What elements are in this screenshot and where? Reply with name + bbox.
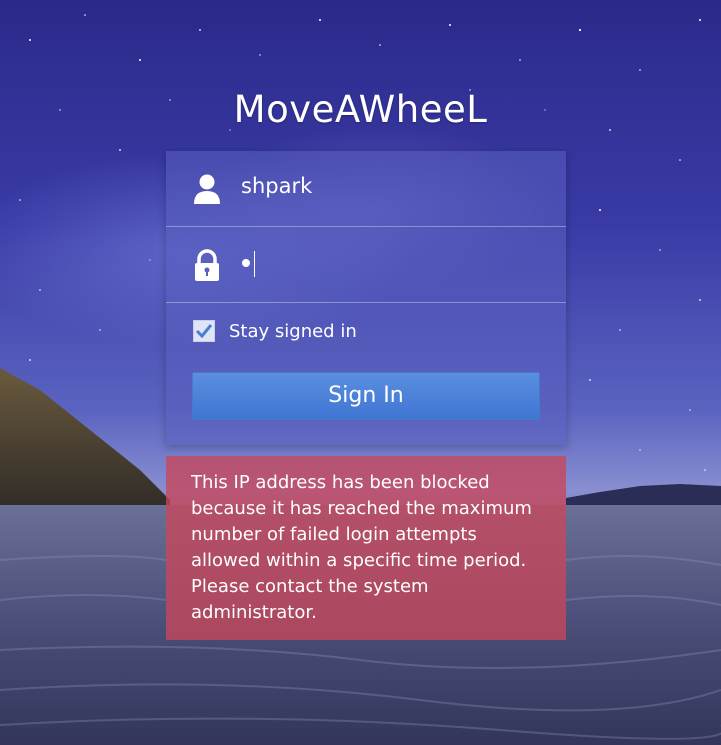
stay-signed-in-option[interactable]: Stay signed in [193,319,357,343]
password-row[interactable] [166,227,566,303]
app-title: MoveAWheeL [233,88,488,131]
login-panel: shpark Stay signed in Sign In [166,151,566,445]
checkmark-icon [195,324,213,339]
stay-signed-in-label: Stay signed in [229,320,357,342]
stay-signed-in-checkbox[interactable] [193,320,215,342]
sign-in-button[interactable]: Sign In [192,372,540,420]
password-input[interactable] [242,259,250,267]
user-icon [192,173,222,205]
username-row[interactable]: shpark [166,151,566,227]
username-input[interactable]: shpark [241,174,312,198]
text-caret [254,251,255,277]
error-message: This IP address has been blocked because… [166,456,566,640]
lock-icon [192,249,222,281]
